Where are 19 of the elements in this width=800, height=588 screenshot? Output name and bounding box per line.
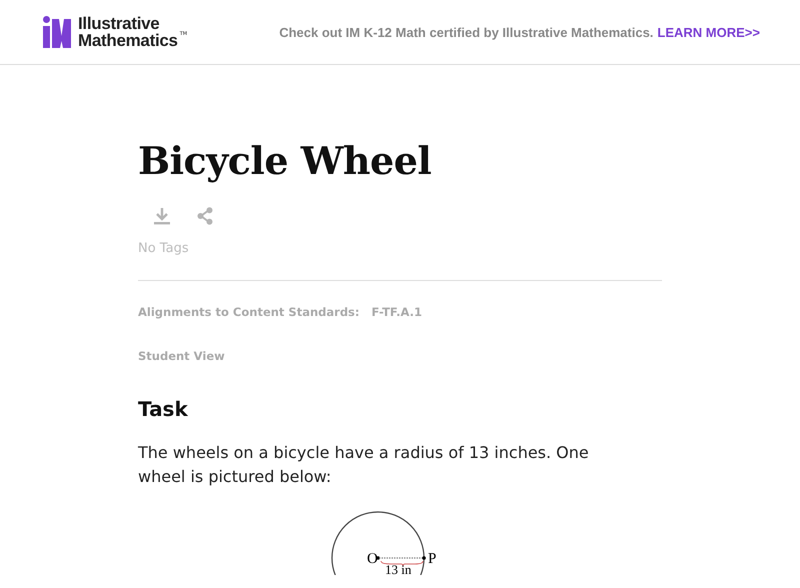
standard-link[interactable]: F-TF.A.1	[372, 305, 422, 319]
logo-text: Mathematics	[78, 32, 178, 49]
student-view-link[interactable]: Student View	[138, 349, 225, 363]
brace-mark	[380, 560, 423, 566]
share-icon[interactable]	[197, 207, 213, 225]
logo-text: Illustrative	[78, 15, 160, 32]
task-paragraph: The wheels on a bicycle have a radius of 13 inches. One wheel is pictured below:	[138, 442, 590, 488]
point-label: P	[428, 551, 436, 567]
point-label: O	[366, 551, 378, 567]
download-icon[interactable]	[153, 207, 171, 225]
learn-more-link[interactable]: LEARN MORE>>	[657, 24, 760, 40]
radius-line	[376, 556, 426, 560]
page-title: Bicycle Wheel	[138, 139, 432, 183]
logo-mark-icon	[42, 16, 72, 48]
section-heading: Task	[138, 397, 188, 421]
radius-label: 13 in	[384, 562, 411, 575]
promo-text: Check out IM K-12 Math certified by Illustrative Mathematics.	[279, 24, 654, 40]
alignments-label: Alignments to Content Standards:	[138, 305, 360, 319]
tags-text: No Tags	[138, 241, 189, 256]
